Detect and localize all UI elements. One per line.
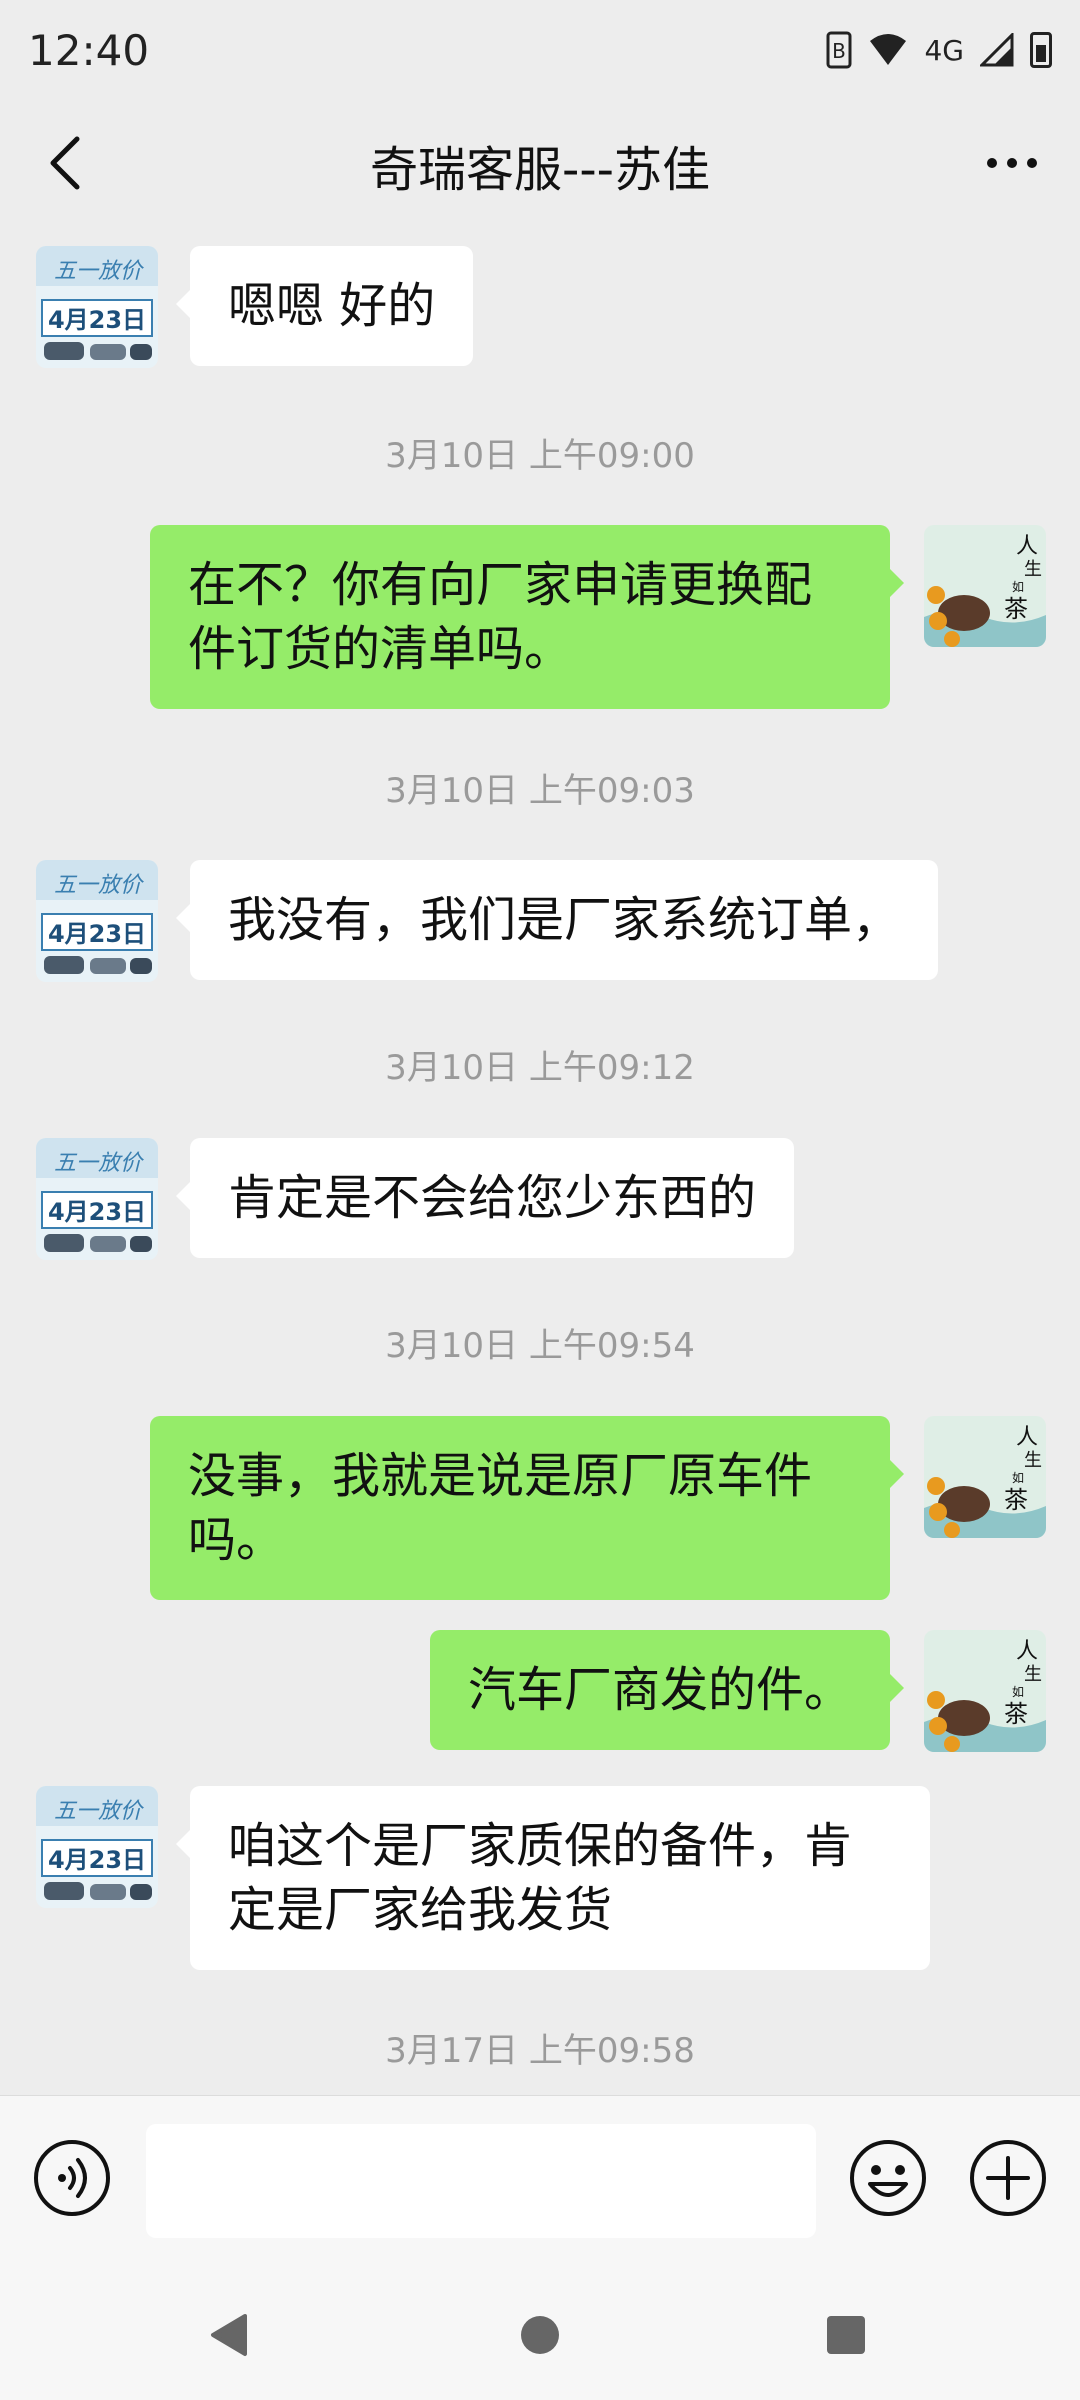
message-bubble-incoming[interactable]: 嗯嗯 好的 [175, 246, 474, 366]
message-bubble-outgoing[interactable]: 没事，我就是说是原厂原车件 吗。 [150, 1416, 904, 1600]
svg-text:B: B [833, 39, 847, 63]
contact-avatar[interactable]: 五一放价 4月23日 [36, 860, 158, 982]
contact-date: 4月23日 [48, 306, 146, 334]
svg-text:人: 人 [1016, 1425, 1038, 1450]
message-timestamp: 3月17日 上午09:58 [385, 2031, 695, 2071]
square-recents-icon [827, 2316, 865, 2354]
contact-avatar[interactable]: 五一放价 4月23日 [36, 246, 158, 368]
contact-avatar[interactable]: 五一放价 4月23日 [36, 1138, 158, 1260]
svg-text:如: 如 [1012, 1684, 1024, 1699]
back-button[interactable] [30, 128, 100, 198]
message-timestamp: 3月10日 上午09:00 [385, 436, 695, 476]
battery-icon [1030, 32, 1052, 68]
status-bar: 12:40 B 4G [0, 0, 1080, 100]
more-dots-icon [987, 158, 997, 168]
svg-text:生: 生 [1024, 1664, 1042, 1685]
contact-avatar[interactable]: 五一放价 4月23日 [36, 1786, 158, 1908]
svg-text:生: 生 [1024, 559, 1042, 580]
triangle-back-icon [211, 2314, 247, 2356]
message-bubble-incoming[interactable]: 肯定是不会给您少东西的 [175, 1138, 795, 1258]
svg-text:如: 如 [1012, 579, 1024, 594]
message-bubble-incoming[interactable]: 我没有，我们是厂家系统订单， [175, 860, 939, 980]
more-functions-button[interactable] [968, 2138, 1048, 2218]
svg-text:生: 生 [1024, 1450, 1042, 1471]
nav-back-button[interactable] [190, 2295, 270, 2375]
input-bar [0, 2095, 1080, 2265]
svg-text:4月23日: 4月23日 [48, 1198, 146, 1226]
svg-text:4月23日: 4月23日 [48, 1846, 146, 1874]
chevron-left-icon [50, 136, 80, 190]
svg-text:五一放价: 五一放价 [54, 1151, 144, 1176]
emoji-button[interactable] [848, 2138, 928, 2218]
svg-text:五一放价: 五一放价 [54, 873, 144, 898]
chat-title: 奇瑞客服---苏佳 [370, 142, 710, 198]
status-time: 12:40 [28, 25, 150, 75]
self-avatar[interactable]: 人 生 如 茶 [924, 525, 1046, 647]
circle-home-icon [521, 2316, 559, 2354]
voice-icon [34, 2140, 110, 2216]
message-input[interactable] [146, 2124, 816, 2238]
system-nav-bar [0, 2265, 1080, 2400]
svg-text:人: 人 [1016, 1639, 1038, 1664]
signal-icon [980, 33, 1014, 67]
svg-text:茶: 茶 [1004, 1700, 1028, 1728]
emoji-icon [850, 2140, 926, 2216]
self-avatar[interactable]: 人 生 如 茶 [924, 1630, 1046, 1752]
message-timestamp: 3月10日 上午09:54 [385, 1326, 695, 1366]
message-timestamp: 3月10日 上午09:03 [385, 771, 695, 811]
message-list[interactable]: 五一放价 4月23日 嗯嗯 好的 3月10日 上午09:00 在不？你有向厂家申… [0, 230, 1080, 2095]
contact-banner: 五一放价 [54, 259, 144, 284]
svg-text:如: 如 [1012, 1470, 1024, 1485]
svg-text:4月23日: 4月23日 [48, 920, 146, 948]
more-options-button[interactable] [972, 128, 1052, 198]
nav-recents-button[interactable] [806, 2295, 886, 2375]
self-avatar[interactable]: 人 生 如 茶 [924, 1416, 1046, 1538]
message-bubble-incoming[interactable]: 咱这个是厂家质保的备件，肯 定是厂家给我发货 [176, 1786, 930, 1970]
svg-text:茶: 茶 [1004, 1486, 1028, 1514]
message-bubble-outgoing[interactable]: 汽车厂商发的件。 [429, 1630, 905, 1750]
nav-home-button[interactable] [500, 2295, 580, 2375]
svg-text:五一放价: 五一放价 [54, 1799, 144, 1824]
svg-text:人: 人 [1016, 534, 1038, 559]
status-icons: B 4G [826, 31, 1052, 69]
plus-icon [970, 2140, 1046, 2216]
svg-text:茶: 茶 [1004, 595, 1028, 623]
network-label: 4G [924, 33, 964, 67]
wifi-icon [868, 33, 908, 67]
message-timestamp: 3月10日 上午09:12 [385, 1048, 695, 1088]
bluetooth-icon: B [826, 31, 852, 69]
message-bubble-outgoing[interactable]: 在不？你有向厂家申请更换配 件订货的清单吗。 [150, 525, 904, 709]
voice-input-button[interactable] [32, 2138, 112, 2218]
chat-header: 奇瑞客服---苏佳 [0, 100, 1080, 230]
